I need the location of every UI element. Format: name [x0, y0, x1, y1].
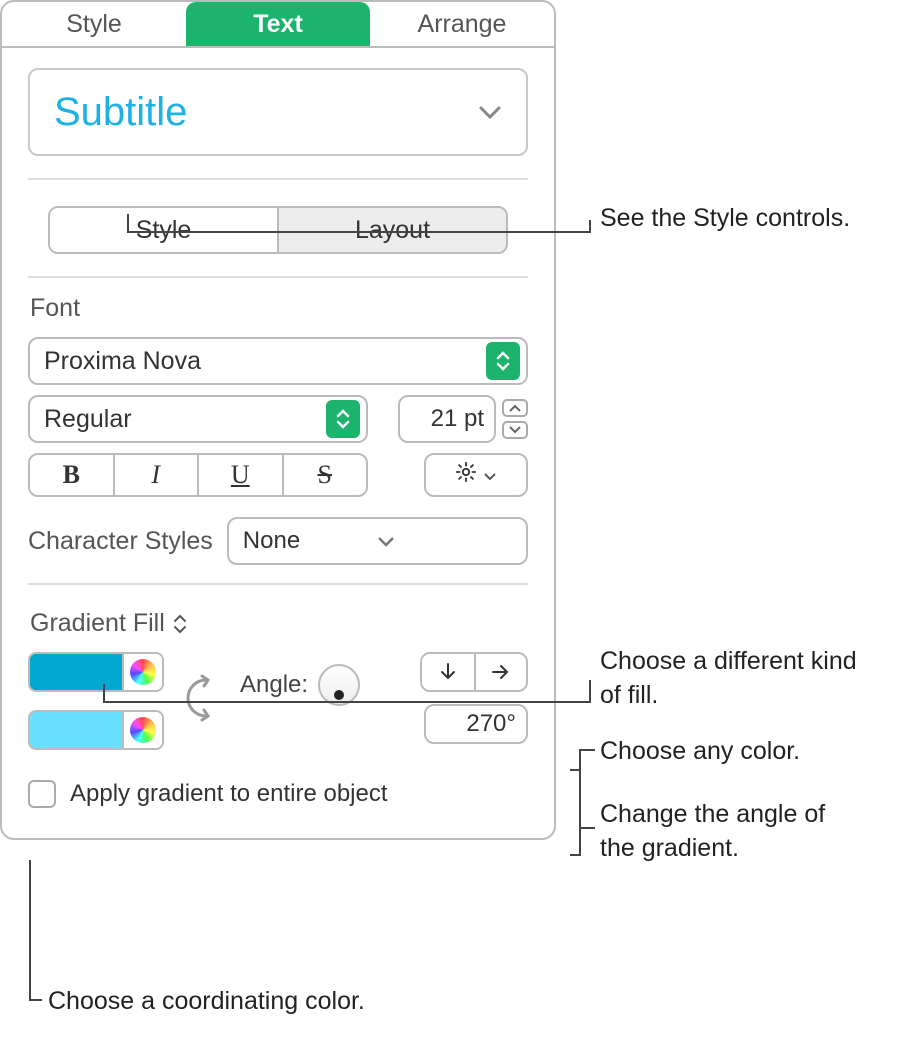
callout-any-color: Choose any color. — [600, 735, 800, 769]
callout-style-controls: See the Style controls. — [600, 202, 850, 236]
callout-angle: Change the angle of the gradient. — [600, 798, 860, 866]
callout-fill-kind: Choose a different kind of fill. — [600, 645, 860, 713]
callout-coordinating-color: Choose a coordinating color. — [48, 985, 365, 1019]
